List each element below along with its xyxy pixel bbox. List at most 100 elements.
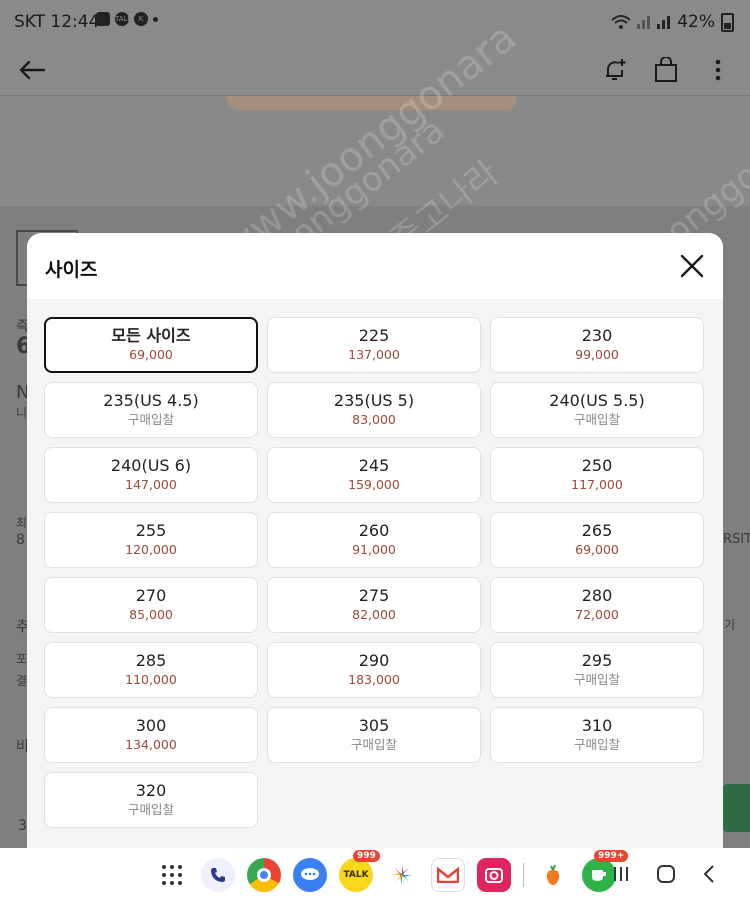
size-price: 85,000 <box>129 607 173 622</box>
status-right: 42% <box>611 12 734 32</box>
more-notifications-dot-icon <box>153 16 158 22</box>
size-option[interactable]: 285 110,000 <box>44 642 258 698</box>
size-option[interactable]: 280 72,000 <box>490 577 704 633</box>
size-label: 305 <box>358 716 390 735</box>
size-option[interactable]: 모든 사이즈 69,000 <box>44 317 258 373</box>
size-bid-label: 구매입찰 <box>350 737 397 752</box>
size-option[interactable]: 235(US 4.5) 구매입찰 <box>44 382 258 438</box>
app-drawer-icon[interactable] <box>155 858 189 892</box>
chrome-app-icon[interactable] <box>247 858 281 892</box>
size-option[interactable]: 295 구매입찰 <box>490 642 704 698</box>
more-vertical-icon[interactable] <box>700 52 736 88</box>
size-price: 137,000 <box>348 347 400 362</box>
size-option[interactable]: 225 137,000 <box>267 317 481 373</box>
status-bar: SKT 12:44 TALK K 42% <box>0 0 750 44</box>
battery-percent: 42% <box>677 12 715 32</box>
ghost-label: 최 <box>16 516 28 530</box>
size-price: 159,000 <box>348 477 400 492</box>
size-price: 82,000 <box>352 607 396 622</box>
size-option[interactable]: 265 69,000 <box>490 512 704 568</box>
size-label: 265 <box>581 521 613 540</box>
navigation-bar: TALK 999 999+ <box>0 848 750 901</box>
cafe-app-icon[interactable]: 999+ <box>582 850 629 892</box>
size-price: 83,000 <box>352 412 396 427</box>
recent-apps-icon[interactable] <box>612 865 630 883</box>
size-label: 235(US 4.5) <box>103 391 199 410</box>
size-label: 245 <box>358 456 390 475</box>
size-label: 310 <box>581 716 613 735</box>
size-option[interactable]: 300 134,000 <box>44 707 258 763</box>
size-label: 295 <box>581 651 613 670</box>
size-label: 240(US 5.5) <box>549 391 645 410</box>
size-bid-label: 구매입찰 <box>127 802 174 817</box>
size-option[interactable]: 240(US 5.5) 구매입찰 <box>490 382 704 438</box>
size-bid-label: 구매입찰 <box>573 672 620 687</box>
camera-app-icon[interactable] <box>477 858 511 892</box>
size-price: 183,000 <box>348 672 400 687</box>
home-icon[interactable] <box>656 864 676 884</box>
size-option[interactable]: 310 구매입찰 <box>490 707 704 763</box>
size-label: 모든 사이즈 <box>111 326 191 345</box>
size-label: 270 <box>135 586 167 605</box>
gallery-icon <box>96 12 110 26</box>
kakaotalk-app-icon[interactable]: TALK 999 <box>339 850 380 892</box>
shoe-image <box>226 96 516 110</box>
size-label: 275 <box>358 586 390 605</box>
size-option[interactable]: 235(US 5) 83,000 <box>267 382 481 438</box>
system-buttons <box>612 864 716 884</box>
size-option[interactable]: 230 99,000 <box>490 317 704 373</box>
size-label: 250 <box>581 456 613 475</box>
size-picker-modal: 사이즈 모든 사이즈 69,000 225 137,000 230 99,000 235(U… <box>27 233 723 853</box>
phone-app-icon[interactable] <box>201 858 235 892</box>
size-grid: 모든 사이즈 69,000 225 137,000 230 99,000 235(US 4.… <box>44 317 706 828</box>
size-label: 225 <box>358 326 390 345</box>
size-option[interactable]: 305 구매입찰 <box>267 707 481 763</box>
pinwheel-app-icon[interactable] <box>385 858 419 892</box>
size-option[interactable]: 275 82,000 <box>267 577 481 633</box>
messages-app-icon[interactable] <box>293 858 327 892</box>
size-price: 69,000 <box>575 542 619 557</box>
app-dock: TALK 999 999+ <box>155 850 629 892</box>
size-option[interactable]: 240(US 6) 147,000 <box>44 447 258 503</box>
size-option[interactable]: 260 91,000 <box>267 512 481 568</box>
status-time: SKT 12:44 <box>14 12 100 32</box>
ghost-label: 3 <box>18 818 27 834</box>
size-label: 255 <box>135 521 167 540</box>
gmail-app-icon[interactable] <box>431 858 465 892</box>
product-image <box>0 96 750 206</box>
size-option[interactable]: 245 159,000 <box>267 447 481 503</box>
bell-plus-icon[interactable] <box>597 52 633 88</box>
ghost-label: 8 <box>16 532 25 548</box>
back-arrow-icon[interactable] <box>14 52 50 88</box>
back-icon[interactable] <box>702 864 716 884</box>
size-price: 72,000 <box>575 607 619 622</box>
buy-button[interactable] <box>722 784 750 832</box>
ghost-label: RSIT <box>723 532 750 547</box>
size-label: 260 <box>358 521 390 540</box>
shopping-bag-icon[interactable] <box>648 52 684 88</box>
ghost-label: 포 <box>16 652 28 666</box>
cafe-badge: 999+ <box>594 850 629 862</box>
size-bid-label: 구매입찰 <box>573 737 620 752</box>
size-option[interactable]: 250 117,000 <box>490 447 704 503</box>
size-price: 110,000 <box>125 672 177 687</box>
size-option[interactable]: 270 85,000 <box>44 577 258 633</box>
carrot-app-icon[interactable] <box>536 858 570 892</box>
size-label: 235(US 5) <box>333 391 415 410</box>
battery-icon <box>721 12 734 32</box>
size-bid-label: 구매입찰 <box>127 412 174 427</box>
size-bid-label: 구매입찰 <box>573 412 620 427</box>
size-option[interactable]: 255 120,000 <box>44 512 258 568</box>
size-option[interactable]: 290 183,000 <box>267 642 481 698</box>
size-price: 134,000 <box>125 737 177 752</box>
size-price: 147,000 <box>125 477 177 492</box>
ghost-label: 기 <box>724 618 736 632</box>
size-label: 240(US 6) <box>110 456 192 475</box>
signal-icon-2 <box>657 16 671 29</box>
notification-icons: TALK K <box>96 12 158 26</box>
kakaotalk-label: TALK <box>343 870 369 880</box>
close-icon[interactable] <box>679 253 705 279</box>
size-option[interactable]: 320 구매입찰 <box>44 772 258 828</box>
size-price: 120,000 <box>125 542 177 557</box>
modal-header: 사이즈 <box>27 233 723 299</box>
